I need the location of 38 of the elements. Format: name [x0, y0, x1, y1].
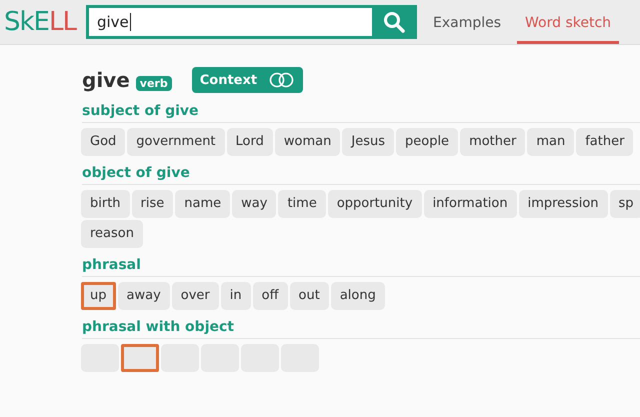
collocation-chip[interactable]: government: [127, 128, 225, 156]
section-title: subject of give: [82, 103, 640, 123]
toggle-icon: [269, 72, 296, 88]
collocation-chip[interactable]: people: [396, 128, 458, 156]
collocation-chip[interactable]: man: [527, 128, 574, 156]
collocation-chip[interactable]: birth: [81, 190, 130, 218]
collocation-chip[interactable]: woman: [274, 128, 340, 156]
tab[interactable]: Examples: [424, 3, 510, 44]
collocation-chip[interactable]: God: [81, 128, 126, 156]
collocation-chip[interactable]: over: [172, 282, 219, 310]
collocation-chip[interactable]: name: [175, 190, 230, 218]
collocation-chip[interactable]: away: [118, 282, 170, 310]
collocation-chip[interactable]: rise: [132, 190, 174, 218]
collocation-chip[interactable]: along: [330, 282, 385, 310]
collocation-chip[interactable]: reason: [81, 220, 143, 248]
collocation-chip[interactable]: off: [252, 282, 288, 310]
pos-badge: verb: [136, 76, 172, 90]
collocation-chip[interactable]: in: [220, 282, 251, 310]
search-button[interactable]: [372, 5, 417, 39]
section-title: object of give: [82, 165, 640, 185]
collocation-chip[interactable]: way: [232, 190, 276, 218]
collocation-chip[interactable]: out: [290, 282, 329, 310]
collocation-chip[interactable]: mother: [460, 128, 526, 156]
section-title: phrasal with object: [82, 319, 640, 339]
collocation-chip[interactable]: Jesus: [342, 128, 394, 156]
search-icon: [383, 11, 406, 33]
collocation-chip[interactable]: Lord: [226, 128, 273, 156]
section-title: phrasal: [82, 257, 640, 277]
search-field[interactable]: give: [86, 5, 372, 39]
collocation-chip[interactable]: opportunity: [328, 190, 422, 218]
collocation-chip[interactable]: information: [424, 190, 517, 218]
collocation-chip[interactable]: impression: [518, 190, 608, 218]
collocation-chip[interactable]: sp: [610, 190, 640, 218]
collocation-chip[interactable]: up: [81, 282, 116, 310]
headword: give: [82, 68, 130, 92]
collocation-chip[interactable]: [121, 344, 159, 372]
collocation-chip[interactable]: time: [278, 190, 326, 218]
collocation-chip[interactable]: father: [576, 128, 634, 156]
